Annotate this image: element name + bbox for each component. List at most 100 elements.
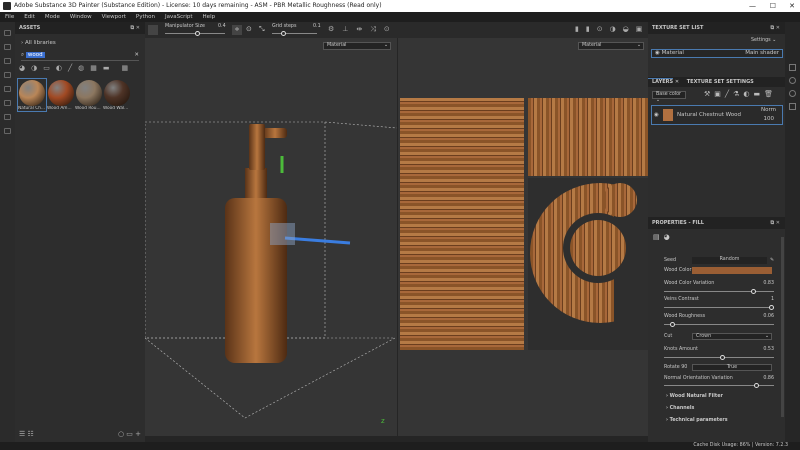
- asset-filter-bar: ◕ ◑ ▭ ◐ ╱ ◍ ▦ ▬ ▦: [19, 64, 141, 74]
- blend-mode[interactable]: Norm: [761, 107, 776, 113]
- layer-opacity[interactable]: 100: [764, 116, 775, 122]
- asset-thumbnail[interactable]: [19, 80, 45, 106]
- section-technical-parameters[interactable]: › Technical parameters: [666, 418, 728, 423]
- shader-settings-icon[interactable]: [789, 77, 796, 84]
- filter-materials-icon[interactable]: ◕: [19, 64, 25, 74]
- move-tool-icon[interactable]: ✛: [232, 25, 242, 35]
- slider-knob[interactable]: [754, 383, 760, 388]
- slider-knob[interactable]: [751, 289, 757, 294]
- paint-tool-icon[interactable]: [4, 30, 11, 36]
- viewport-tool-icons[interactable]: ⚙⊥⇹⤨⊙: [328, 25, 398, 34]
- slider-knob[interactable]: [769, 305, 774, 310]
- menu-javascript[interactable]: JavaScript: [165, 12, 193, 22]
- panel-close-icon[interactable]: ⧉ ✕: [130, 22, 140, 34]
- menu-edit[interactable]: Edit: [24, 12, 35, 22]
- slider-knob[interactable]: [281, 31, 286, 36]
- grid-steps-slider[interactable]: [272, 31, 317, 36]
- clone-tool-icon[interactable]: [4, 100, 11, 106]
- scale-tool-icon[interactable]: ⤡: [259, 25, 265, 34]
- wood-color-variation-slider[interactable]: [664, 289, 774, 294]
- geometry-mask-icon[interactable]: [4, 72, 11, 78]
- eraser-tool-icon[interactable]: [4, 44, 11, 50]
- texture-set-material[interactable]: ◉ Material Main shader: [651, 49, 783, 58]
- slider-row: Wood Color Variation 0.83: [664, 281, 774, 286]
- texture-set-list-header: TEXTURE SET LIST ⧉ ✕: [648, 22, 785, 34]
- filter-alphas-icon[interactable]: ▦: [90, 64, 97, 74]
- filter-brushes-icon[interactable]: ╱: [68, 64, 72, 74]
- menu-help[interactable]: Help: [203, 12, 216, 22]
- clear-search-icon[interactable]: ✕: [134, 52, 139, 58]
- viewport-2d-mode-dropdown[interactable]: Material ⌄: [578, 42, 644, 50]
- projection-tool-icon[interactable]: [4, 58, 11, 64]
- properties-tab-icons[interactable]: ▤◕: [653, 233, 674, 241]
- knots-amount-slider[interactable]: [664, 355, 774, 360]
- camera-icon[interactable]: [148, 25, 158, 35]
- log-icon[interactable]: [789, 103, 796, 110]
- shader-label: Main shader: [745, 50, 779, 56]
- filter-smart-materials-icon[interactable]: ◑: [31, 64, 37, 74]
- cut-dropdown[interactable]: Crown ⌄: [692, 333, 772, 340]
- seed-label: Seed: [664, 258, 676, 263]
- tab-layers[interactable]: LAYERS: [648, 78, 674, 85]
- asset-label: Natural Ch...: [18, 106, 46, 111]
- layer-row[interactable]: ◉ Natural Chestnut Wood Norm 100: [651, 105, 783, 125]
- rotate-toggle[interactable]: True: [692, 364, 772, 371]
- asset-thumbnail[interactable]: [104, 80, 130, 106]
- slider-knob[interactable]: [195, 31, 200, 36]
- wood-roughness-slider[interactable]: [664, 322, 774, 327]
- seed-button[interactable]: Random: [692, 257, 767, 264]
- menu-window[interactable]: Window: [70, 12, 92, 22]
- filter-masks-icon[interactable]: ◐: [56, 64, 62, 74]
- breadcrumb-label: All libraries: [24, 40, 56, 46]
- slider-knob[interactable]: [719, 355, 725, 360]
- add-icons[interactable]: ○ ▭ +: [118, 430, 141, 438]
- gizmo-plane[interactable]: [270, 223, 295, 245]
- veins-contrast-slider[interactable]: [664, 305, 774, 310]
- section-wood-natural-filter[interactable]: › Wood Natural Filter: [666, 394, 723, 399]
- maximize-button[interactable]: ☐: [770, 0, 776, 12]
- menu-file[interactable]: File: [5, 12, 14, 22]
- filter-environment-icon[interactable]: ▬: [103, 64, 110, 74]
- visibility-eye-icon[interactable]: ◉: [654, 112, 659, 118]
- asset-thumbnail[interactable]: [48, 80, 74, 106]
- panel-close-icon[interactable]: ⧉ ✕: [770, 22, 780, 34]
- slider-knob[interactable]: [670, 322, 676, 327]
- asset-thumbnail[interactable]: [76, 80, 102, 106]
- menu-python[interactable]: Python: [136, 12, 155, 22]
- rotate-tool-icon[interactable]: ⊙: [246, 25, 252, 33]
- properties-scrollbar[interactable]: [781, 237, 784, 417]
- wood-color-label: Wood Color: [664, 268, 692, 273]
- rotate-row: Rotate 90 True: [664, 364, 774, 371]
- section-channels[interactable]: › Channels: [666, 406, 694, 411]
- breadcrumb[interactable]: › All libraries: [21, 40, 56, 46]
- settings-dropdown[interactable]: Settings ⌄: [748, 38, 782, 46]
- normal-orientation-slider[interactable]: [664, 383, 774, 388]
- grid-view-icon[interactable]: ▦: [122, 64, 129, 74]
- search-input[interactable]: ⌕ wood ✕: [21, 52, 139, 61]
- bake-icon[interactable]: [4, 128, 11, 134]
- wood-color-swatch[interactable]: [692, 267, 772, 274]
- manipulator-size-slider[interactable]: [165, 31, 225, 36]
- close-button[interactable]: ✕: [789, 0, 795, 12]
- viewport-2d[interactable]: Material ⌄: [398, 38, 648, 436]
- display-settings-icon[interactable]: [789, 64, 796, 71]
- minimize-button[interactable]: —: [749, 0, 756, 12]
- channel-dropdown[interactable]: Base color ⌄: [652, 91, 686, 103]
- picker-tool-icon[interactable]: [4, 114, 11, 120]
- viewport-3d[interactable]: Material ⌄ z: [145, 38, 397, 436]
- filter-filters-icon[interactable]: ◍: [78, 64, 84, 74]
- filter-textures-icon[interactable]: ▭: [43, 64, 50, 74]
- library-icon[interactable]: ☷: [28, 430, 34, 438]
- layer-tool-icons[interactable]: ⚒▣╱⚗◐▬🗑: [704, 90, 777, 98]
- render-tool-icons[interactable]: ▮▮⊙◑◒▣: [575, 25, 649, 33]
- assets-footer: ☰ ☷ ○ ▭ +: [19, 430, 141, 438]
- panel-close-icon[interactable]: ⧉ ✕: [770, 217, 780, 229]
- seed-edit-icon[interactable]: ✎: [770, 258, 774, 263]
- smudge-tool-icon[interactable]: [4, 86, 11, 92]
- menu-mode[interactable]: Mode: [45, 12, 60, 22]
- menu-viewport[interactable]: Viewport: [102, 12, 126, 22]
- history-icon[interactable]: [789, 90, 796, 97]
- tab-texture-set-settings[interactable]: TEXTURE SET SETTINGS: [681, 79, 754, 85]
- search-icon: ⌕: [21, 52, 25, 58]
- import-icon[interactable]: ☰: [19, 430, 25, 438]
